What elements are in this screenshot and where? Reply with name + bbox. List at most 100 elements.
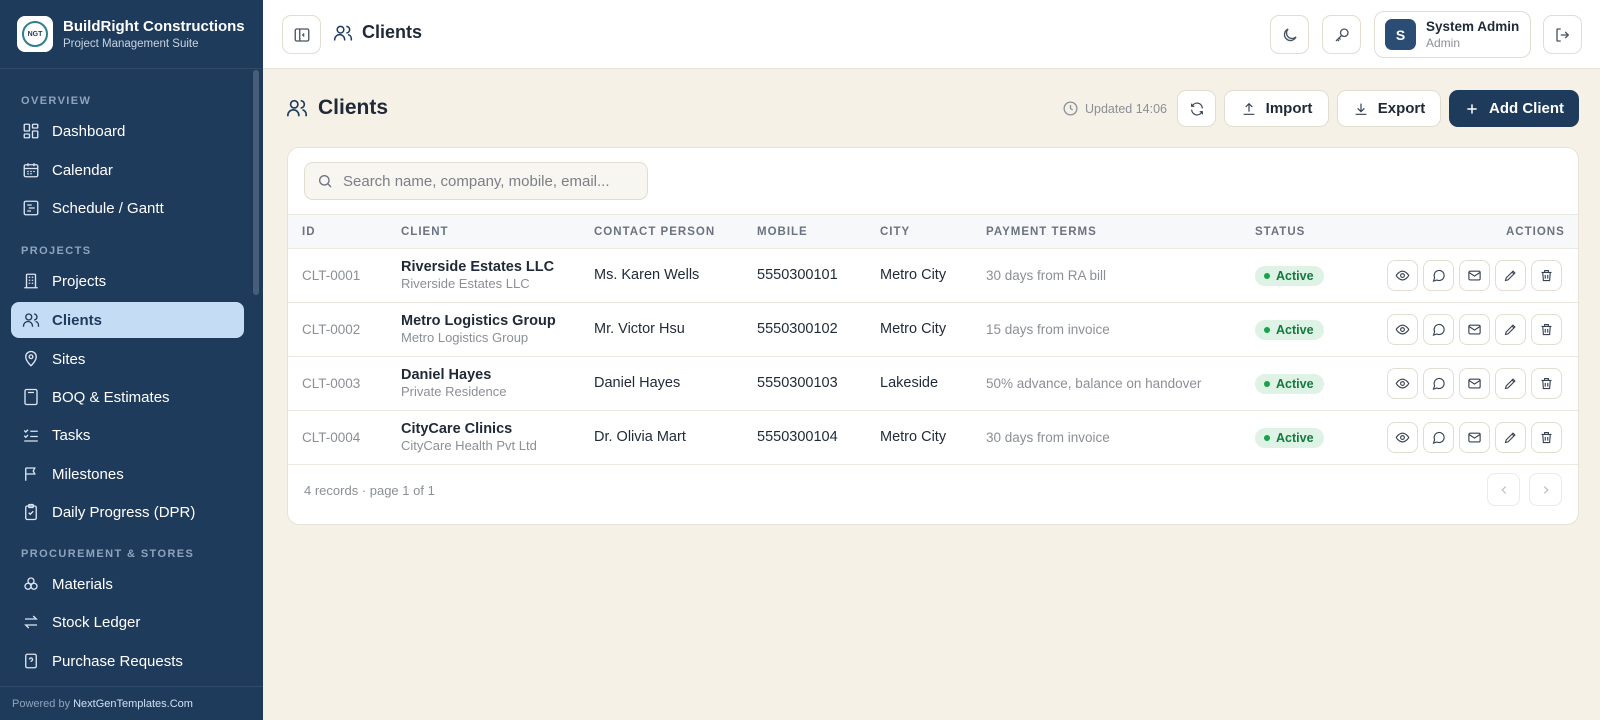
search-input[interactable] xyxy=(343,172,633,190)
key-icon xyxy=(1335,27,1349,41)
status-dot xyxy=(1264,327,1270,333)
edit-button[interactable] xyxy=(1495,422,1526,453)
topbar-title: Clients xyxy=(333,22,422,43)
edit-button[interactable] xyxy=(1495,314,1526,345)
email-button[interactable] xyxy=(1459,314,1490,345)
table-row[interactable]: CLT-0002 Metro Logistics Group Metro Log… xyxy=(288,303,1578,357)
logout-icon xyxy=(1555,27,1569,42)
topbar-title-text: Clients xyxy=(362,22,423,42)
client-name: Metro Logistics Group xyxy=(401,313,556,329)
eye-icon xyxy=(1395,324,1410,335)
sidebar-item-dashboard[interactable]: Dashboard xyxy=(11,113,244,149)
contact-person: Dr. Olivia Mart xyxy=(594,429,686,445)
message-button[interactable] xyxy=(1423,260,1454,291)
sidebar-item-sites[interactable]: Sites xyxy=(11,341,244,377)
table-row[interactable]: CLT-0001 Riverside Estates LLC Riverside… xyxy=(288,249,1578,303)
sidebar-item-clients[interactable]: Clients xyxy=(11,302,244,338)
sidebar-item-dpr[interactable]: Daily Progress (DPR) xyxy=(11,494,244,530)
last-updated: Updated 14:06 xyxy=(1062,100,1167,117)
table-header: ID CLIENT CONTACT PERSON MOBILE CITY PAY… xyxy=(288,214,1578,249)
email-button[interactable] xyxy=(1459,368,1490,399)
users-icon xyxy=(287,99,307,117)
city: Lakeside xyxy=(880,375,939,391)
client-cell: Metro Logistics Group Metro Logistics Gr… xyxy=(401,313,556,345)
eye-icon xyxy=(1395,270,1410,281)
brand-header: NGT BuildRight Constructions Project Man… xyxy=(0,0,263,69)
brand-logo[interactable]: NGT xyxy=(17,16,53,52)
sidebar-item-boq[interactable]: BOQ & Estimates xyxy=(11,379,244,415)
column-header-city: CITY xyxy=(880,226,911,238)
table-row[interactable]: CLT-0003 Daniel Hayes Private Residence … xyxy=(288,357,1578,411)
sidebar-item-label: Materials xyxy=(52,575,113,593)
edit-button[interactable] xyxy=(1495,368,1526,399)
view-button[interactable] xyxy=(1387,314,1418,345)
message-button[interactable] xyxy=(1423,368,1454,399)
message-button[interactable] xyxy=(1423,422,1454,453)
users-icon xyxy=(333,25,353,40)
chevron-left-icon xyxy=(1500,485,1506,494)
status-dot xyxy=(1264,273,1270,279)
user-role: Admin xyxy=(1426,36,1461,50)
moon-icon xyxy=(1283,27,1297,41)
sidebar-item-purchase-requests[interactable]: Purchase Requests xyxy=(11,643,244,679)
trash-icon xyxy=(1541,377,1552,390)
sidebar-item-materials[interactable]: Materials xyxy=(11,566,244,602)
page-title-text: Clients xyxy=(318,96,389,119)
refresh-icon xyxy=(1190,102,1203,115)
export-button[interactable]: Export xyxy=(1337,90,1441,127)
password-button[interactable] xyxy=(1322,15,1361,54)
add-client-button[interactable]: Add Client xyxy=(1449,90,1579,127)
edit-button[interactable] xyxy=(1495,260,1526,291)
refresh-button[interactable] xyxy=(1177,90,1216,127)
logo-mark: NGT xyxy=(22,21,48,47)
sidebar-item-milestones[interactable]: Milestones xyxy=(11,456,244,492)
list-checks-icon xyxy=(23,429,38,442)
message-icon xyxy=(1432,323,1445,337)
user-menu[interactable]: S System Admin Admin xyxy=(1374,11,1531,58)
status-dot xyxy=(1264,435,1270,441)
message-icon xyxy=(1432,431,1445,445)
sidebar-footer: Powered by NextGenTemplates.Com xyxy=(0,686,263,720)
sidebar-item-tasks[interactable]: Tasks xyxy=(11,417,244,453)
sidebar-scrollbar[interactable] xyxy=(253,70,259,295)
file-question-icon xyxy=(25,653,37,669)
prev-page-button[interactable] xyxy=(1487,473,1520,506)
boxes-icon xyxy=(24,577,38,590)
next-page-button[interactable] xyxy=(1529,473,1562,506)
sidebar-item-stock-ledger[interactable]: Stock Ledger xyxy=(11,604,244,640)
sidebar-toggle-button[interactable] xyxy=(282,15,321,54)
calculator-icon xyxy=(24,388,38,406)
view-button[interactable] xyxy=(1387,260,1418,291)
footer-prefix: Powered by xyxy=(12,697,71,710)
search-icon xyxy=(319,175,332,188)
logout-button[interactable] xyxy=(1543,15,1582,54)
import-button[interactable]: Import xyxy=(1224,90,1329,127)
mail-icon xyxy=(1468,378,1481,389)
payment-terms: 30 days from RA bill xyxy=(986,268,1107,283)
sidebar-item-calendar[interactable]: Calendar xyxy=(11,152,244,188)
client-id: CLT-0001 xyxy=(302,268,361,283)
search-box[interactable] xyxy=(304,162,648,200)
message-button[interactable] xyxy=(1423,314,1454,345)
view-button[interactable] xyxy=(1387,368,1418,399)
clock-icon xyxy=(1063,101,1078,116)
sidebar-item-schedule[interactable]: Schedule / Gantt xyxy=(11,190,244,226)
view-button[interactable] xyxy=(1387,422,1418,453)
table-row[interactable]: CLT-0004 CityCare Clinics CityCare Healt… xyxy=(288,411,1578,465)
dashboard-icon xyxy=(23,123,39,139)
email-button[interactable] xyxy=(1459,422,1490,453)
client-company: Private Residence xyxy=(401,384,507,399)
payment-terms: 15 days from invoice xyxy=(986,322,1110,337)
add-client-label: Add Client xyxy=(1489,100,1564,117)
download-icon xyxy=(1355,103,1367,115)
delete-button[interactable] xyxy=(1531,314,1562,345)
sidebar-item-projects[interactable]: Projects xyxy=(11,263,244,299)
sidebar-item-label: Calendar xyxy=(52,161,113,179)
delete-button[interactable] xyxy=(1531,260,1562,291)
delete-button[interactable] xyxy=(1531,422,1562,453)
footer-link[interactable]: NextGenTemplates.Com xyxy=(73,698,193,710)
email-button[interactable] xyxy=(1459,260,1490,291)
client-company: Riverside Estates LLC xyxy=(401,276,530,291)
delete-button[interactable] xyxy=(1531,368,1562,399)
theme-toggle-button[interactable] xyxy=(1270,15,1309,54)
